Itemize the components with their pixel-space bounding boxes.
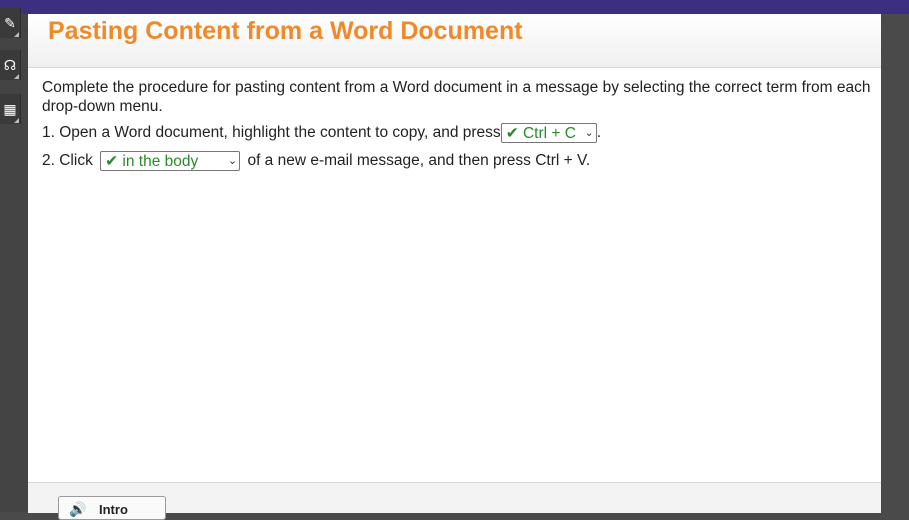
step-1-suffix: . bbox=[596, 124, 601, 142]
activity-footer: 🔊 Intro bbox=[28, 482, 881, 520]
step-2-suffix: of a new e-mail message, and then press … bbox=[247, 152, 591, 170]
pencil-icon: ✎ bbox=[4, 15, 16, 31]
chevron-down-icon: ⌄ bbox=[584, 126, 594, 139]
audio-tool-button[interactable]: ☊ bbox=[0, 50, 21, 80]
intro-button[interactable]: 🔊 Intro bbox=[58, 496, 166, 520]
left-toolbar: ✎ ☊ ▦ bbox=[0, 8, 28, 512]
step-2-dropdown[interactable]: ✔ in the body ⌄ bbox=[100, 151, 241, 171]
page-title: Pasting Content from a Word Document bbox=[48, 17, 523, 45]
calculator-tool-button[interactable]: ▦ bbox=[0, 94, 21, 124]
activity-panel: Pasting Content from a Word Document Com… bbox=[28, 14, 881, 520]
instructions-text: Complete the procedure for pasting conte… bbox=[42, 79, 871, 115]
step-2-text: 2. Click bbox=[42, 152, 93, 170]
step-2-dropdown-value: ✔ in the body bbox=[105, 152, 199, 170]
step-2: 2. Click ✔ in the body ⌄ of a new e-mail … bbox=[42, 151, 872, 171]
chevron-down-icon: ⌄ bbox=[227, 154, 238, 167]
step-1-text: 1. Open a Word document, highlight the c… bbox=[42, 124, 501, 142]
activity-header: Pasting Content from a Word Document bbox=[28, 14, 881, 68]
activity-content: Complete the procedure for pasting conte… bbox=[42, 78, 872, 179]
calculator-icon: ▦ bbox=[3, 101, 17, 117]
pencil-tool-button[interactable]: ✎ bbox=[0, 8, 21, 38]
step-1: 1. Open a Word document, highlight the c… bbox=[42, 123, 872, 143]
top-bar bbox=[0, 0, 909, 14]
headphones-icon: ☊ bbox=[3, 57, 17, 73]
step-1-dropdown-value: ✔ Ctrl + C bbox=[505, 124, 576, 142]
speaker-icon: 🔊 bbox=[69, 501, 87, 517]
right-margin bbox=[881, 14, 909, 512]
intro-button-label: Intro bbox=[99, 502, 128, 517]
step-1-dropdown[interactable]: ✔ Ctrl + C ⌄ bbox=[500, 123, 597, 143]
